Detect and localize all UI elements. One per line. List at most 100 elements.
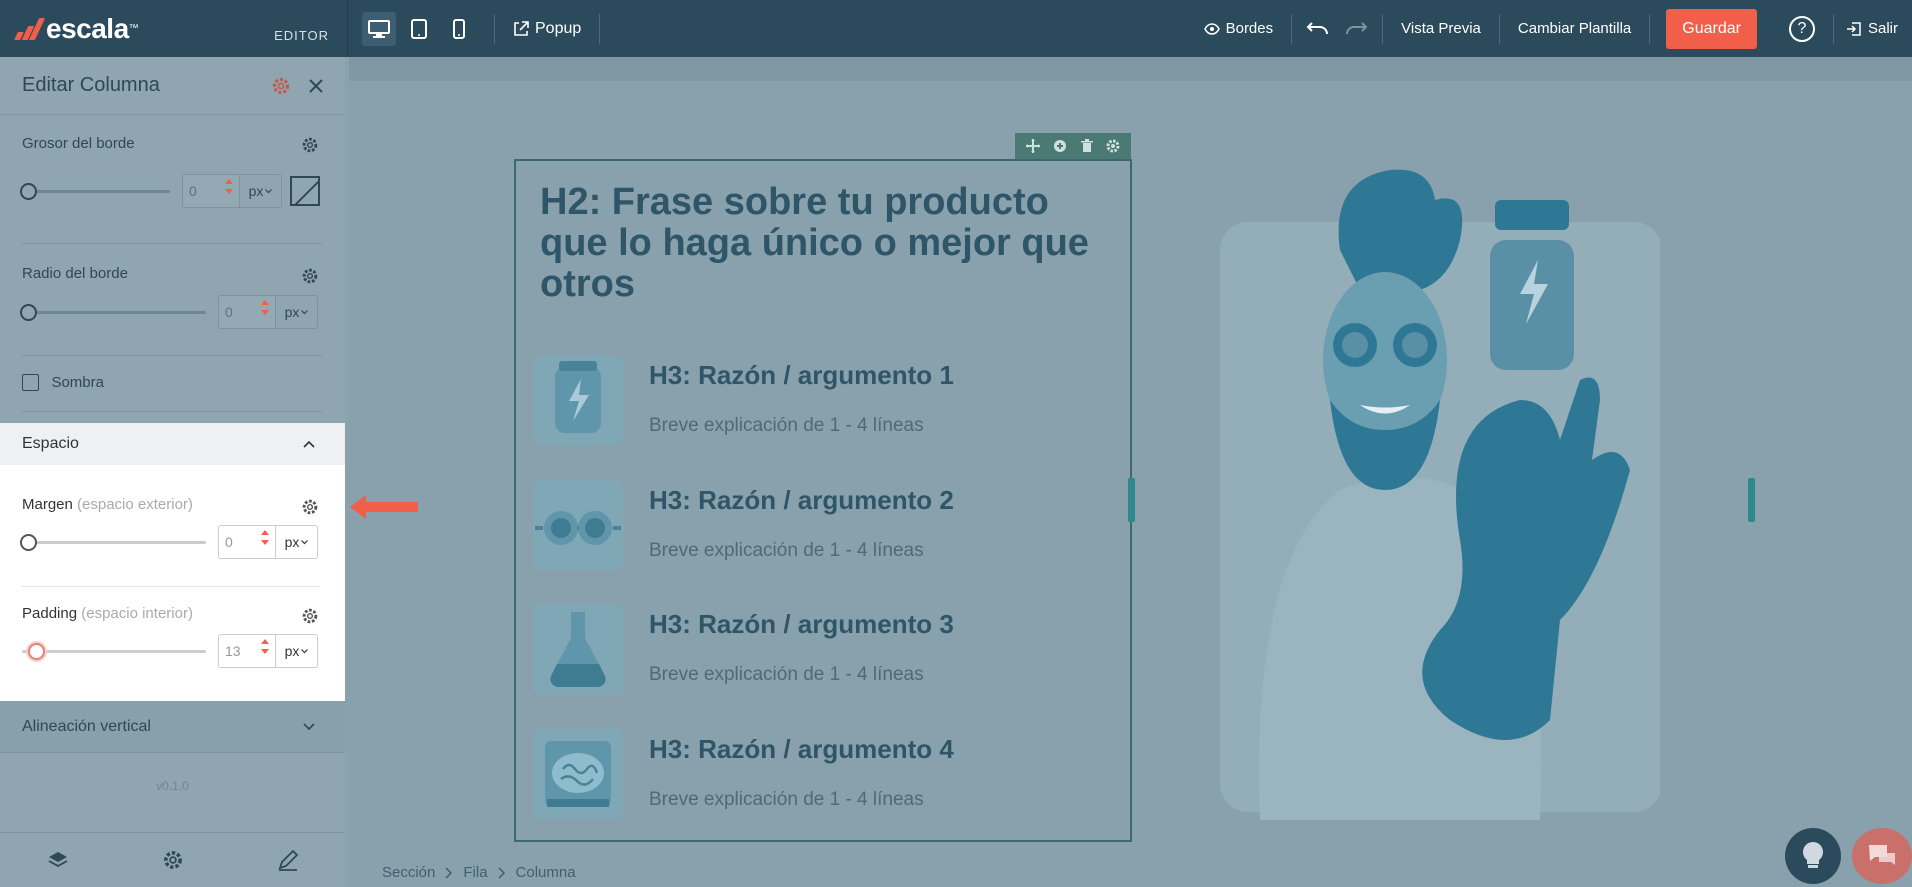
redo-icon[interactable]: [1344, 21, 1368, 37]
brand: escala ™ EDITOR: [0, 0, 348, 57]
column-settings-icon[interactable]: [1106, 139, 1120, 153]
salir-button[interactable]: Salir: [1834, 20, 1898, 37]
exit-icon: [1846, 21, 1861, 36]
espacio-header[interactable]: Espacio: [0, 423, 345, 465]
close-icon[interactable]: [309, 78, 323, 93]
breadcrumb-item[interactable]: Columna: [516, 864, 576, 881]
gear-icon[interactable]: [301, 498, 319, 516]
undo-icon[interactable]: [1306, 21, 1330, 37]
desktop-view-button[interactable]: [362, 11, 396, 46]
tablet-view-button[interactable]: [402, 12, 436, 46]
column-resize-handle[interactable]: [1128, 478, 1135, 522]
stepper-icon[interactable]: [261, 300, 269, 315]
chevron-down-icon: [301, 539, 309, 544]
divider: [22, 243, 322, 244]
padding-value: 13: [225, 643, 241, 659]
unit-select[interactable]: px: [276, 295, 318, 329]
brain-jar-icon: [533, 729, 623, 819]
unit-select[interactable]: px: [276, 634, 318, 668]
cambiar-plantilla-button[interactable]: Cambiar Plantilla: [1500, 0, 1649, 57]
unit-value: px: [284, 304, 300, 320]
padding-input[interactable]: 13: [218, 634, 276, 668]
scientist-illustration-icon: [1220, 169, 1660, 820]
help-icon[interactable]: ?: [1788, 15, 1815, 42]
salir-label: Salir: [1867, 20, 1898, 37]
margin-input[interactable]: 0: [218, 525, 276, 559]
shadow-option[interactable]: Sombra: [0, 374, 345, 392]
feature-title: H3: Razón / argumento 2: [649, 485, 954, 515]
gear-icon[interactable]: [301, 607, 319, 625]
column-toolbar: [1015, 133, 1131, 159]
breadcrumb-item[interactable]: Sección: [382, 864, 435, 881]
column-heading[interactable]: H2: Frase sobre tu producto que lo haga …: [540, 182, 1100, 305]
unit-value: px: [248, 183, 264, 199]
panel-title: Editar Columna: [22, 74, 160, 96]
margin-title: Margen (espacio exterior): [22, 496, 193, 513]
slider-knob[interactable]: [20, 533, 37, 551]
column-resize-handle[interactable]: [1748, 478, 1755, 522]
guardar-button[interactable]: Guardar: [1666, 8, 1757, 49]
brand-name: escala: [46, 12, 129, 44]
margin-value: 0: [225, 534, 233, 550]
bordes-toggle[interactable]: Bordes: [1186, 0, 1292, 57]
vista-previa-button[interactable]: Vista Previa: [1383, 0, 1499, 57]
border-radius-input[interactable]: 0: [218, 295, 276, 329]
border-radius-control: 0 px: [20, 295, 318, 329]
lightbulb-icon: [1803, 842, 1823, 868]
move-icon[interactable]: [1025, 139, 1040, 153]
stepper-icon[interactable]: [225, 179, 233, 194]
padding-control: 13 px: [22, 634, 318, 668]
border-width-input[interactable]: 0: [182, 174, 240, 208]
trash-icon[interactable]: [1080, 139, 1093, 153]
margin-label: Margen: [22, 496, 73, 513]
vertical-alignment-section[interactable]: Alineación vertical: [0, 701, 345, 753]
shadow-checkbox[interactable]: [22, 374, 39, 392]
breadcrumb-item[interactable]: Fila: [463, 864, 487, 881]
feature-description: Breve explicación de 1 - 4 líneas: [649, 540, 924, 561]
stepper-icon[interactable]: [261, 639, 269, 654]
chevron-down-icon: [265, 188, 273, 193]
espacio-label: Espacio: [22, 435, 79, 452]
unit-select[interactable]: px: [276, 525, 318, 559]
tablet-icon: [411, 18, 427, 39]
toolbar-divider: [599, 13, 601, 44]
border-radius-section: Radio del borde: [0, 265, 345, 283]
mobile-view-button[interactable]: [442, 12, 476, 46]
escala-logo-icon: [14, 17, 46, 40]
border-radius-slider[interactable]: [20, 303, 206, 321]
border-width-slider[interactable]: [20, 182, 170, 200]
divider: [22, 411, 322, 412]
border-width-value: 0: [189, 183, 197, 199]
border-width-control: 0 px: [20, 174, 320, 208]
padding-hint: (espacio interior): [81, 605, 193, 622]
toolbar-divider: [494, 13, 495, 44]
pen-icon[interactable]: [277, 849, 299, 871]
tips-button[interactable]: [1785, 828, 1841, 884]
layers-icon[interactable]: [47, 850, 69, 870]
toolbar-actions: Bordes Vista Previa Cambiar Plantilla Gu…: [1186, 0, 1912, 57]
margin-hint: (espacio exterior): [77, 496, 193, 513]
chat-icon: [1869, 845, 1895, 865]
slider-knob[interactable]: [20, 182, 37, 200]
panel-header: Editar Columna: [0, 57, 345, 115]
feature-description: Breve explicación de 1 - 4 líneas: [649, 664, 924, 685]
border-color-swatch[interactable]: [290, 176, 320, 206]
espacio-section: Espacio Margen (espacio exterior) 0 px P…: [0, 423, 345, 701]
bordes-label: Bordes: [1225, 20, 1274, 37]
border-radius-value: 0: [225, 304, 233, 320]
shadow-label: Sombra: [51, 374, 104, 391]
divider: [22, 586, 320, 587]
add-icon[interactable]: [1053, 139, 1067, 153]
gear-icon[interactable]: [301, 136, 319, 154]
settings-icon[interactable]: [162, 849, 184, 871]
popup-button[interactable]: Popup: [507, 20, 587, 38]
padding-slider[interactable]: [22, 642, 206, 660]
gear-icon[interactable]: [271, 76, 291, 96]
stepper-icon[interactable]: [261, 530, 269, 545]
unit-select[interactable]: px: [240, 174, 282, 208]
margin-slider[interactable]: [20, 533, 206, 551]
chat-button[interactable]: [1852, 828, 1912, 884]
slider-knob[interactable]: [20, 303, 37, 321]
gear-icon[interactable]: [301, 267, 319, 285]
slider-knob[interactable]: [28, 642, 45, 660]
